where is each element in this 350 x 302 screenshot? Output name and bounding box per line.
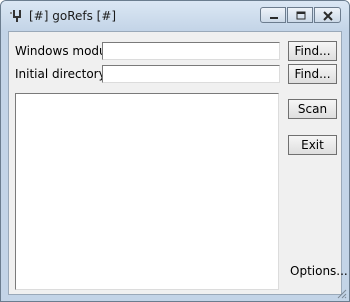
maximize-icon	[296, 11, 306, 20]
window-title: [#] goRefs [#]	[29, 9, 117, 23]
app-window: [#] goRefs [#] Windows module	[0, 0, 350, 302]
find-module-button[interactable]: Find...	[288, 41, 337, 61]
tuning-fork-icon	[10, 10, 21, 22]
exit-button[interactable]: Exit	[288, 135, 337, 155]
scan-button[interactable]: Scan	[288, 99, 337, 119]
results-list[interactable]	[15, 93, 279, 290]
windows-module-label: Windows module	[15, 44, 102, 58]
maximize-button[interactable]	[287, 7, 313, 23]
close-icon	[323, 11, 333, 21]
windows-module-input[interactable]	[102, 42, 280, 60]
initial-directory-label: Initial directory	[15, 67, 105, 81]
minimize-icon	[270, 17, 278, 19]
close-button[interactable]	[314, 7, 341, 23]
options-link[interactable]: Options...	[290, 264, 348, 278]
title-bar[interactable]: [#] goRefs [#]	[1, 1, 349, 31]
initial-directory-input[interactable]	[102, 65, 280, 83]
caption-buttons	[260, 7, 341, 23]
resize-grip-icon[interactable]	[335, 287, 347, 299]
find-directory-button[interactable]: Find...	[288, 64, 337, 84]
client-area: Windows module Find... Initial directory…	[8, 31, 348, 295]
minimize-button[interactable]	[260, 7, 286, 23]
